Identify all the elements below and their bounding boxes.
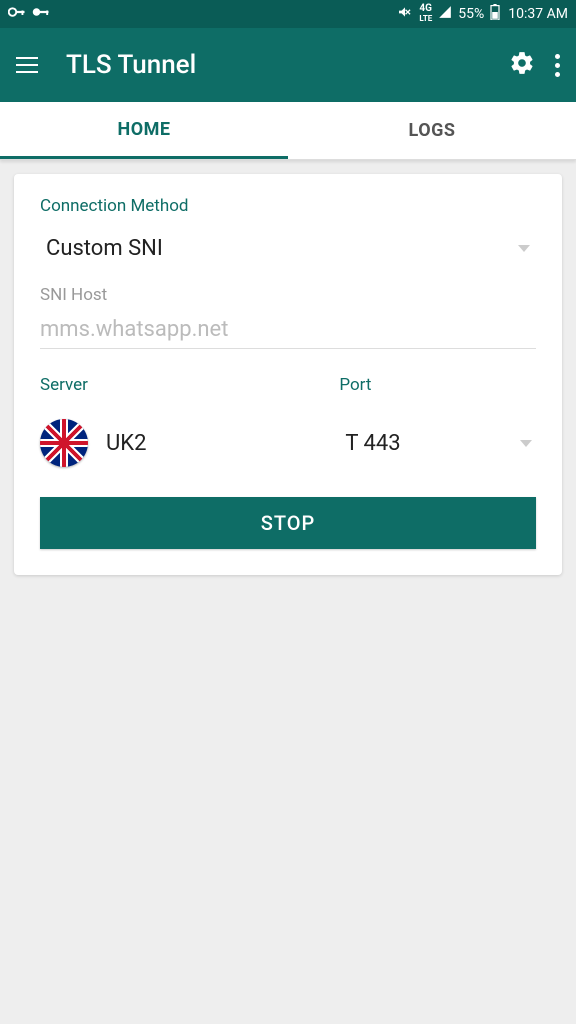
connection-method-value: Custom SNI: [46, 236, 163, 261]
server-label: Server: [40, 375, 315, 395]
app-bar: TLS Tunnel: [0, 28, 576, 102]
menu-icon[interactable]: [16, 49, 46, 81]
connection-method-dropdown[interactable]: Custom SNI: [40, 234, 536, 285]
stop-button[interactable]: STOP: [40, 497, 536, 549]
signal-icon: [438, 5, 452, 23]
status-right-icons: 4GLTE 55% 10:37 AM: [397, 4, 568, 24]
server-value: UK2: [106, 431, 146, 456]
tab-home[interactable]: HOME: [0, 102, 288, 159]
key-icon: [32, 6, 50, 22]
uk-flag-icon: [40, 419, 88, 467]
more-icon[interactable]: [535, 46, 560, 85]
battery-percent: 55%: [458, 6, 484, 22]
tab-logs[interactable]: LOGS: [288, 102, 576, 159]
status-left-icons: [8, 6, 50, 22]
lte-icon: 4GLTE: [419, 4, 432, 24]
port-label: Port: [339, 375, 536, 395]
chevron-down-icon: [520, 440, 532, 447]
port-value: T 443: [345, 431, 400, 456]
server-selector[interactable]: UK2: [40, 413, 315, 483]
tabs: HOME LOGS: [0, 102, 576, 160]
status-bar: 4GLTE 55% 10:37 AM: [0, 0, 576, 28]
sni-host-label: SNI Host: [40, 285, 536, 305]
sni-host-input[interactable]: [40, 317, 536, 342]
connection-card: Connection Method Custom SNI SNI Host Se…: [14, 174, 562, 575]
app-title: TLS Tunnel: [66, 50, 196, 80]
vpn-key-icon: [8, 6, 26, 22]
connection-method-label: Connection Method: [40, 196, 536, 216]
port-dropdown[interactable]: T 443: [339, 413, 536, 472]
clock: 10:37 AM: [508, 6, 568, 22]
settings-icon[interactable]: [509, 50, 535, 80]
chevron-down-icon: [518, 245, 530, 252]
mute-icon: [397, 4, 413, 24]
page-content: Connection Method Custom SNI SNI Host Se…: [0, 160, 576, 589]
battery-icon: [490, 4, 500, 24]
